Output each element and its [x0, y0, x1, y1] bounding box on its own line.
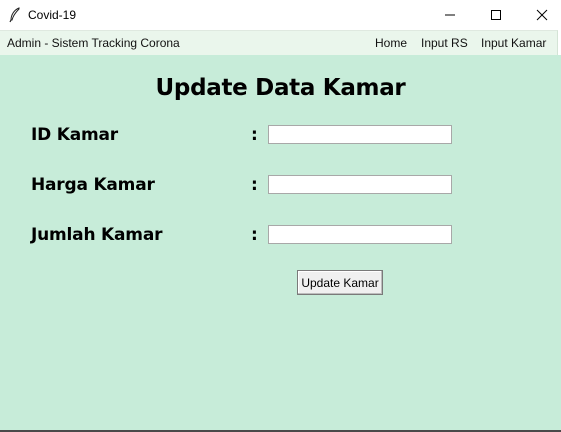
feather-icon — [8, 7, 22, 23]
harga-kamar-label: Harga Kamar — [31, 175, 155, 195]
menu-item-input-rs[interactable]: Input RS — [421, 36, 468, 50]
id-kamar-label: ID Kamar — [31, 125, 118, 145]
menu-item-home[interactable]: Home — [375, 36, 407, 50]
update-kamar-button[interactable]: Update Kamar — [297, 270, 383, 295]
id-kamar-input[interactable] — [268, 125, 452, 144]
page-title: Update Data Kamar — [155, 75, 406, 101]
close-icon — [536, 6, 548, 25]
maximize-button[interactable] — [473, 0, 519, 30]
window-title: Covid-19 — [28, 8, 77, 22]
minimize-button[interactable] — [427, 0, 473, 30]
harga-kamar-colon: : — [251, 175, 258, 195]
id-kamar-colon: : — [251, 125, 258, 145]
jumlah-kamar-label: Jumlah Kamar — [31, 225, 163, 245]
minimize-icon — [444, 6, 456, 25]
close-button[interactable] — [519, 0, 561, 30]
harga-kamar-input[interactable] — [268, 175, 452, 194]
menu-item-input-kamar[interactable]: Input Kamar — [481, 36, 546, 50]
jumlah-kamar-colon: : — [251, 225, 258, 245]
menu-bar: Admin - Sistem Tracking Corona Home Inpu… — [0, 30, 558, 56]
app-subtitle: Admin - Sistem Tracking Corona — [7, 36, 180, 50]
form-panel: Update Data Kamar ID Kamar : Harga Kamar… — [0, 55, 561, 430]
maximize-icon — [490, 6, 502, 25]
jumlah-kamar-input[interactable] — [268, 225, 452, 244]
title-bar: Covid-19 — [0, 0, 561, 30]
